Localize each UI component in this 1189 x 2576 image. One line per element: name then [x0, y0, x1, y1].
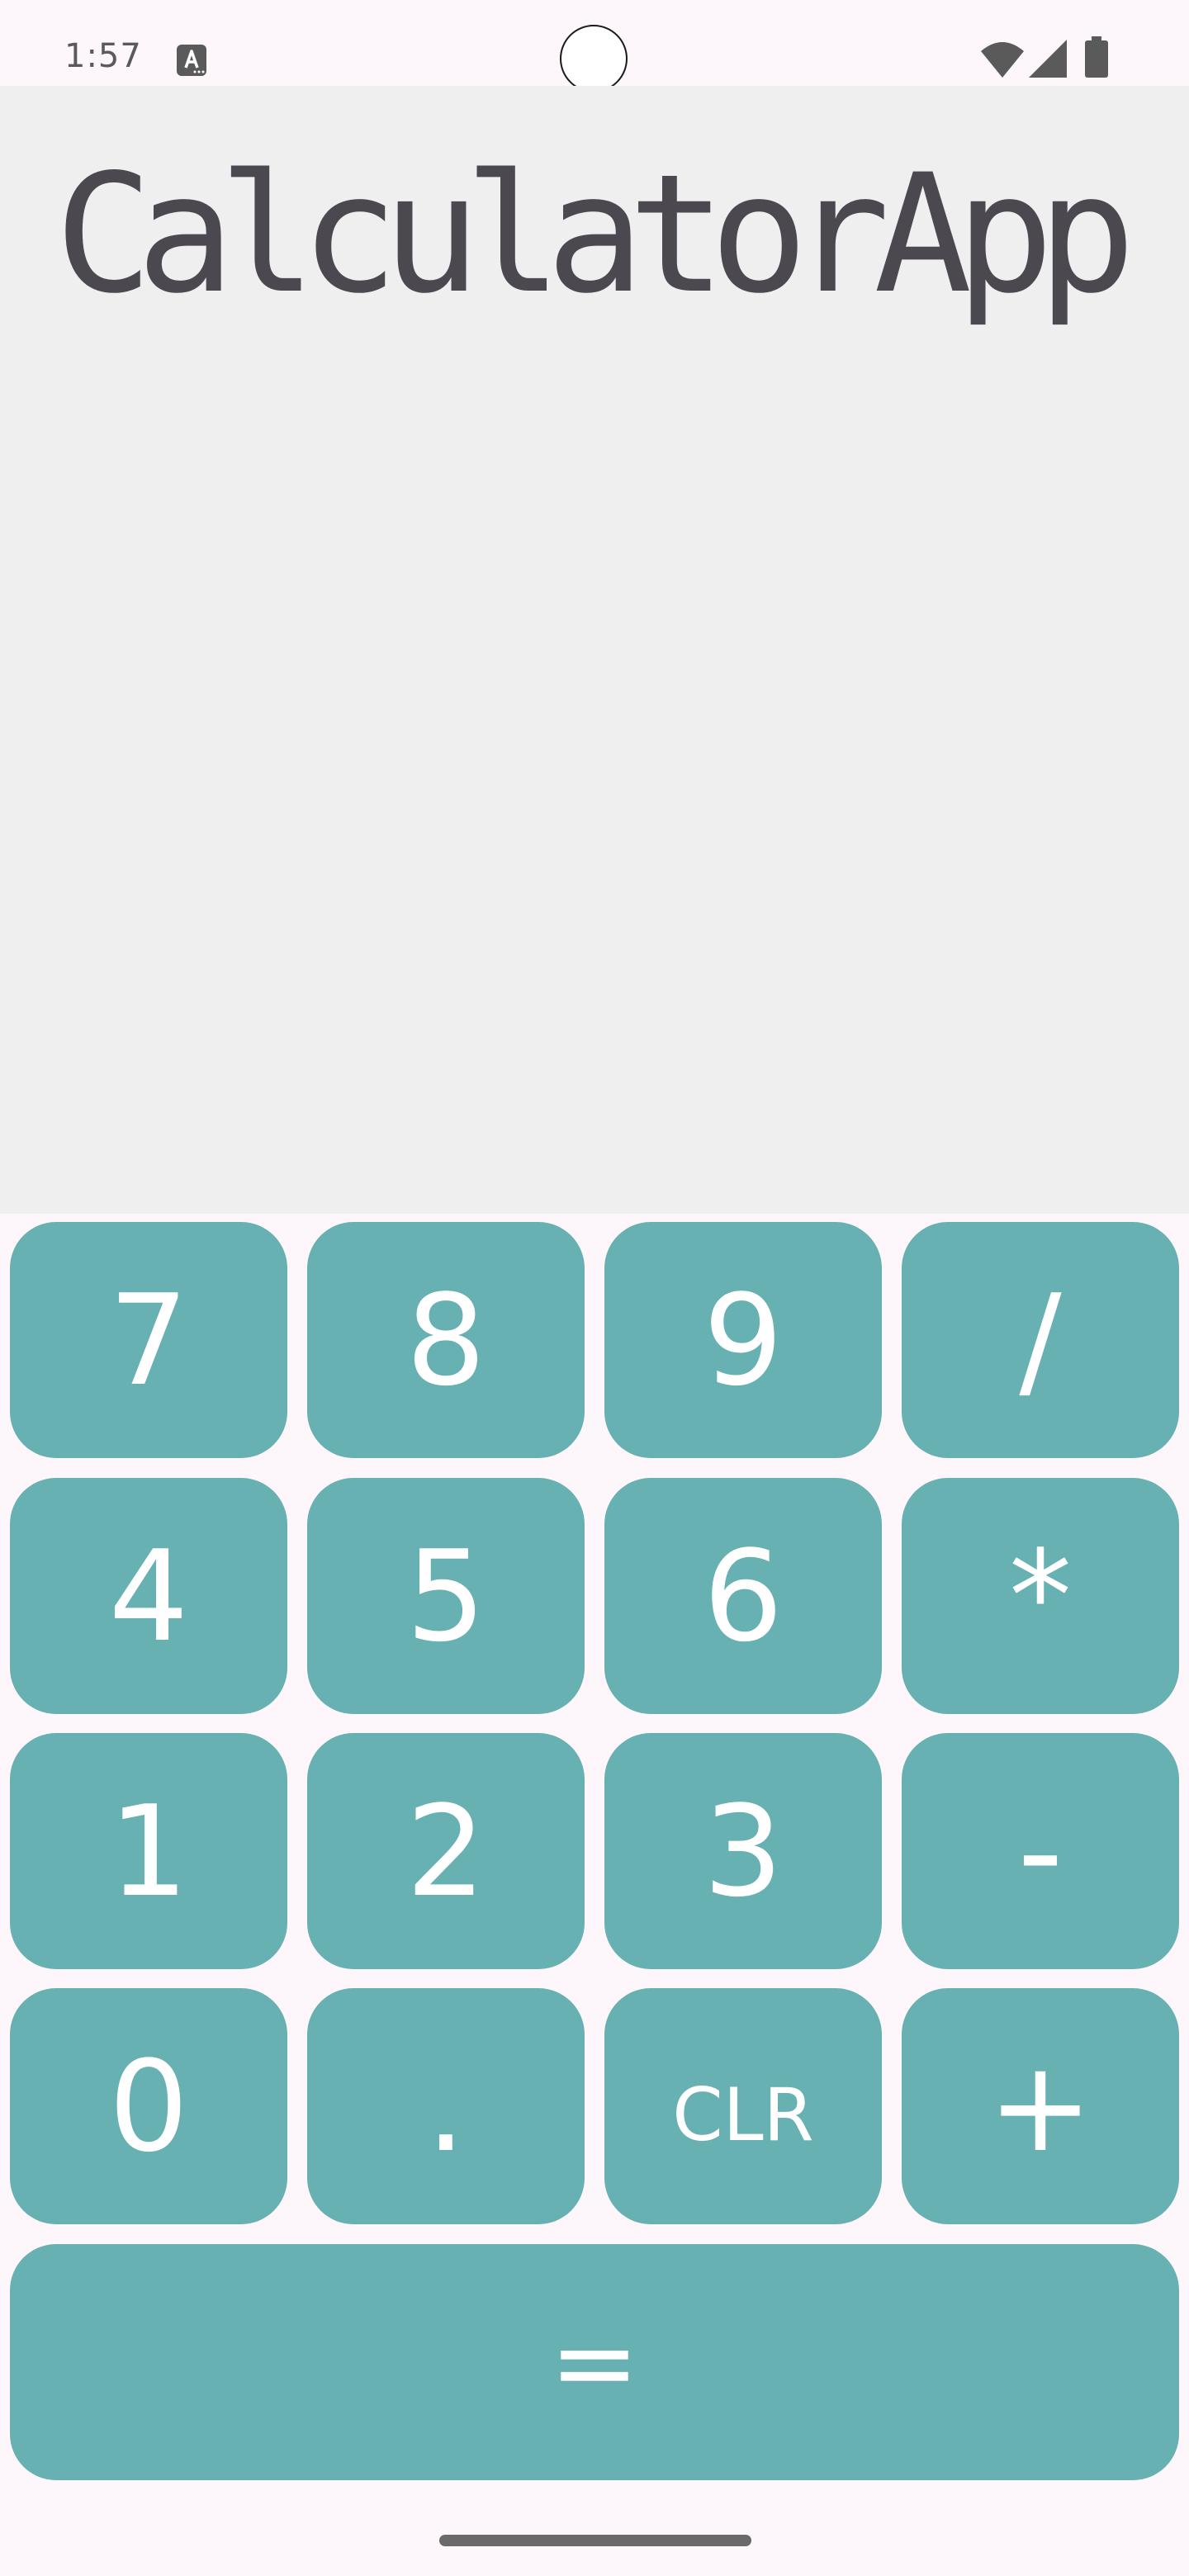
key-6[interactable]: 6 — [604, 1478, 882, 1714]
key-add[interactable]: + — [902, 1988, 1179, 2224]
key-8[interactable]: 8 — [307, 1222, 585, 1458]
key-3[interactable]: 3 — [604, 1733, 882, 1969]
cellular-signal-icon — [1029, 40, 1067, 78]
key-4[interactable]: 4 — [10, 1478, 287, 1714]
key-9[interactable]: 9 — [604, 1222, 882, 1458]
key-1[interactable]: 1 — [10, 1733, 287, 1969]
key-5[interactable]: 5 — [307, 1478, 585, 1714]
key-equals[interactable]: = — [10, 2244, 1179, 2480]
home-indicator[interactable] — [439, 2535, 751, 2546]
key-2[interactable]: 2 — [307, 1733, 585, 1969]
key-0[interactable]: 0 — [10, 1988, 287, 2224]
calculator-display: CalculatorApp — [0, 86, 1189, 1214]
key-clear[interactable]: CLR — [604, 1988, 882, 2224]
key-divide[interactable]: / — [902, 1222, 1179, 1458]
battery-icon — [1085, 36, 1108, 78]
wifi-icon — [981, 42, 1024, 78]
key-7[interactable]: 7 — [10, 1222, 287, 1458]
notification-a-icon — [177, 45, 206, 76]
key-subtract[interactable]: - — [902, 1733, 1179, 1969]
key-multiply[interactable]: * — [902, 1478, 1179, 1714]
display-text: CalculatorApp — [54, 139, 1136, 329]
key-decimal[interactable]: . — [307, 1988, 585, 2224]
status-time: 1:57 — [64, 37, 142, 75]
camera-cutout — [560, 25, 628, 92]
status-bar: 1:57 — [0, 0, 1189, 92]
